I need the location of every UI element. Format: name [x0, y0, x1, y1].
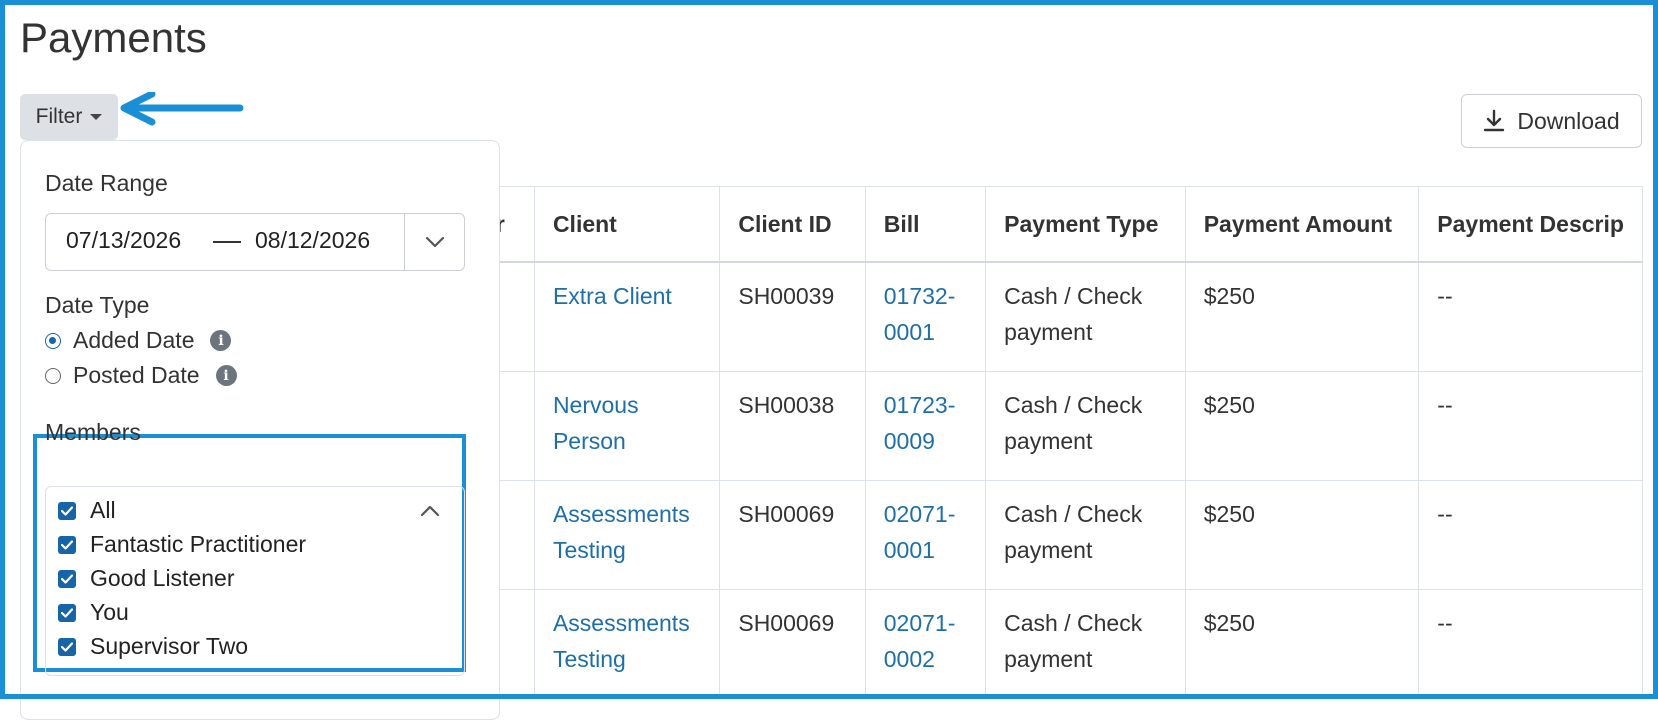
member-option[interactable]: Good Listener: [58, 565, 234, 592]
date-range-picker[interactable]: 07/13/2026 08/12/2026: [45, 213, 465, 271]
caret-down-icon: [90, 114, 103, 120]
member-option[interactable]: Fantastic Practitioner: [58, 531, 306, 558]
cell-client: Extra Client: [534, 262, 721, 372]
cell-payment-type: Cash / Check payment: [985, 480, 1186, 590]
cell-payment-amount: $250: [1185, 371, 1420, 481]
date-separator: [213, 241, 241, 243]
bill-link[interactable]: 01732-0001: [884, 283, 956, 345]
client-link[interactable]: Assessments Testing: [553, 501, 690, 563]
table-row: Assessments Testing SH00069 02071-0001 C…: [469, 480, 1643, 590]
table-row: Nervous Person SH00038 01723-0009 Cash /…: [469, 371, 1643, 481]
member-label: Supervisor Two: [90, 633, 249, 659]
added-date-radio[interactable]: [45, 332, 61, 349]
download-button-label: Download: [1517, 107, 1620, 134]
client-link[interactable]: Extra Client: [553, 283, 672, 309]
cell-payment-description: --: [1418, 371, 1643, 481]
date-to-input[interactable]: 08/12/2026: [255, 227, 370, 254]
column-header-payment-description[interactable]: Payment Descrip: [1418, 187, 1643, 263]
client-link[interactable]: Nervous Person: [553, 392, 639, 454]
cell-payment-amount: $250: [1185, 262, 1420, 372]
cell-bill: 01732-0001: [865, 262, 987, 372]
cell-bill: 02071-0001: [865, 480, 987, 590]
bill-link[interactable]: 01723-0009: [884, 392, 956, 454]
cell-bill: 02071-0002: [865, 589, 987, 699]
annotation-arrow-icon: [120, 92, 244, 126]
column-header-bill[interactable]: Bill: [865, 187, 987, 263]
filter-button[interactable]: Filter: [20, 94, 118, 140]
column-header-payment-type[interactable]: Payment Type: [985, 187, 1186, 263]
checkbox-checked-icon[interactable]: [58, 535, 76, 554]
info-icon[interactable]: i: [215, 365, 237, 386]
cell-bill: 01723-0009: [865, 371, 987, 481]
client-link[interactable]: Assessments Testing: [553, 610, 690, 672]
cell-client-id: SH00069: [719, 589, 866, 699]
member-label: You: [90, 599, 129, 625]
checkbox-checked-icon[interactable]: [58, 637, 76, 656]
filter-panel: Date Range 07/13/2026 08/12/2026 Date Ty…: [20, 140, 500, 720]
members-label: Members: [45, 419, 141, 445]
page-title: Payments: [20, 14, 207, 61]
bill-link[interactable]: 02071-0001: [884, 501, 956, 563]
posted-date-label: Posted Date: [73, 362, 200, 388]
table-row: Assessments Testing SH00069 02071-0002 C…: [469, 589, 1643, 699]
cell-payment-type: Cash / Check payment: [985, 262, 1186, 372]
chevron-down-icon[interactable]: [424, 231, 446, 253]
download-button[interactable]: Download: [1461, 94, 1642, 148]
chevron-up-icon[interactable]: [419, 501, 441, 521]
member-label: Good Listener: [90, 565, 235, 591]
cell-client: Assessments Testing: [534, 589, 721, 699]
info-icon[interactable]: i: [210, 330, 232, 351]
cell-payment-amount: $250: [1185, 480, 1420, 590]
date-type-option-posted[interactable]: Posted Date i: [45, 362, 237, 389]
date-type-label: Date Type: [45, 292, 150, 318]
column-header-payment-amount[interactable]: Payment Amount: [1185, 187, 1420, 263]
member-option[interactable]: You: [58, 599, 129, 626]
bill-link[interactable]: 02071-0002: [884, 610, 956, 672]
posted-date-radio[interactable]: [45, 367, 61, 384]
member-label: All: [90, 497, 116, 523]
member-option-all[interactable]: All: [58, 497, 116, 524]
cell-payment-description: --: [1418, 480, 1643, 590]
date-type-option-added[interactable]: Added Date i: [45, 327, 232, 354]
download-icon: [1484, 109, 1505, 132]
checkbox-checked-icon[interactable]: [58, 501, 76, 520]
member-option[interactable]: Supervisor Two: [58, 633, 248, 660]
cell-client-id: SH00039: [719, 262, 866, 372]
column-header-client[interactable]: Client: [534, 187, 721, 263]
checkbox-checked-icon[interactable]: [58, 569, 76, 588]
payments-table: ner Client Client ID Bill Payment Type P…: [468, 186, 1643, 700]
filter-button-label: Filter: [35, 105, 83, 128]
cell-payment-description: --: [1418, 589, 1643, 699]
cell-payment-amount: $250: [1185, 589, 1420, 699]
cell-client-id: SH00038: [719, 371, 866, 481]
cell-client: Assessments Testing: [534, 480, 721, 590]
added-date-label: Added Date: [73, 327, 195, 353]
cell-payment-type: Cash / Check payment: [985, 371, 1186, 481]
cell-client-id: SH00069: [719, 480, 866, 590]
date-picker-divider: [404, 214, 405, 270]
cell-payment-description: --: [1418, 262, 1643, 372]
column-header-client-id[interactable]: Client ID: [719, 187, 866, 263]
member-label: Fantastic Practitioner: [90, 531, 307, 557]
members-list: All Fantastic Practitioner Good Listener…: [45, 486, 465, 676]
checkbox-checked-icon[interactable]: [58, 603, 76, 622]
table-row: er Extra Client SH00039 01732-0001 Cash …: [469, 262, 1643, 372]
date-range-label: Date Range: [45, 170, 168, 196]
table-header-row: ner Client Client ID Bill Payment Type P…: [469, 187, 1643, 263]
date-from-input[interactable]: 07/13/2026: [66, 227, 181, 254]
cell-payment-type: Cash / Check payment: [985, 589, 1186, 699]
cell-client: Nervous Person: [534, 371, 721, 481]
